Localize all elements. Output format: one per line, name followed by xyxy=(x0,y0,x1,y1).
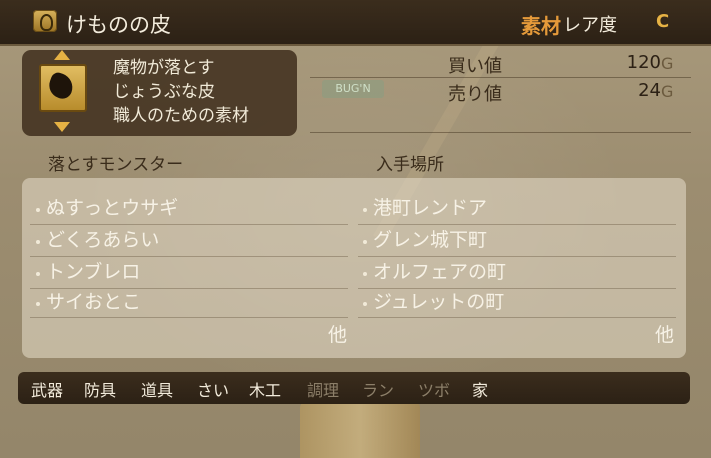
bullet xyxy=(36,302,40,306)
item-name: けものの皮 xyxy=(66,13,171,37)
buy-currency: G xyxy=(661,54,674,73)
tab-pot[interactable]: ツボ xyxy=(418,377,450,401)
rarity-label: レア度 xyxy=(563,15,617,36)
monsters-header: 落とすモンスター xyxy=(48,155,184,175)
tab-armor[interactable]: 防具 xyxy=(84,377,116,401)
monster-item[interactable]: どくろあらい xyxy=(46,228,159,252)
bullet xyxy=(363,240,367,244)
crafting-tab-bar xyxy=(18,372,690,404)
rarity-value: C xyxy=(656,11,670,32)
tab-cooking[interactable]: 調理 xyxy=(307,377,339,401)
row-divider xyxy=(30,224,348,225)
row-divider xyxy=(358,224,676,225)
monster-item[interactable]: サイおとこ xyxy=(46,290,141,314)
monster-item[interactable]: ぬすっとウサギ xyxy=(46,196,178,220)
location-item[interactable]: 港町レンドア xyxy=(373,196,487,220)
location-item[interactable]: ジュレットの町 xyxy=(373,290,504,314)
bullet xyxy=(36,240,40,244)
monster-item[interactable]: トンブレロ xyxy=(46,260,140,284)
buy-price-label: 買い値 xyxy=(448,56,502,77)
row-divider xyxy=(30,288,348,289)
tab-sewing[interactable]: さい xyxy=(197,377,229,401)
more-monsters-label[interactable]: 他 xyxy=(328,320,347,347)
row-divider xyxy=(30,317,348,318)
row-divider xyxy=(358,317,676,318)
more-locations-label[interactable]: 他 xyxy=(655,320,674,347)
location-item[interactable]: グレン城下町 xyxy=(373,228,487,252)
tab-house[interactable]: 家 xyxy=(472,377,488,401)
divider xyxy=(310,132,691,133)
bullet xyxy=(36,272,40,276)
row-divider xyxy=(358,288,676,289)
item-category: 素材 xyxy=(521,14,561,38)
row-divider xyxy=(358,256,676,257)
bullet xyxy=(363,272,367,276)
location-item[interactable]: オルフェアの町 xyxy=(373,260,506,284)
row-divider xyxy=(30,256,348,257)
background-character xyxy=(300,400,420,458)
bullet xyxy=(363,208,367,212)
sell-price-label: 売り値 xyxy=(448,84,502,105)
locations-header: 入手場所 xyxy=(376,155,444,175)
buy-price-value: 120 xyxy=(626,52,661,73)
tab-woodwork[interactable]: 木工 xyxy=(249,377,281,401)
tab-tools[interactable]: 道具 xyxy=(141,377,173,401)
item-description: 魔物が落とす じょうぶな皮 職人のための素材 xyxy=(113,56,249,128)
description-line: じょうぶな皮 xyxy=(113,82,215,102)
description-line: 職人のための素材 xyxy=(113,106,249,126)
sell-currency: G xyxy=(661,82,674,101)
status-chip: BUG'N xyxy=(322,80,384,98)
bullet xyxy=(36,208,40,212)
scroll-down-arrow-icon[interactable] xyxy=(54,122,70,132)
item-detail-screen: { "item": { "name": "けものの皮", "category":… xyxy=(0,0,711,458)
scroll-up-arrow-icon[interactable] xyxy=(54,50,70,60)
tab-weapons[interactable]: 武器 xyxy=(31,377,63,401)
tab-lamp[interactable]: ラン xyxy=(362,377,394,401)
divider xyxy=(310,77,691,78)
pelt-icon xyxy=(35,58,91,120)
bullet xyxy=(363,302,367,306)
sell-price-value: 24 xyxy=(638,80,661,101)
description-line: 魔物が落とす xyxy=(113,58,215,78)
item-type-icon xyxy=(33,10,57,32)
